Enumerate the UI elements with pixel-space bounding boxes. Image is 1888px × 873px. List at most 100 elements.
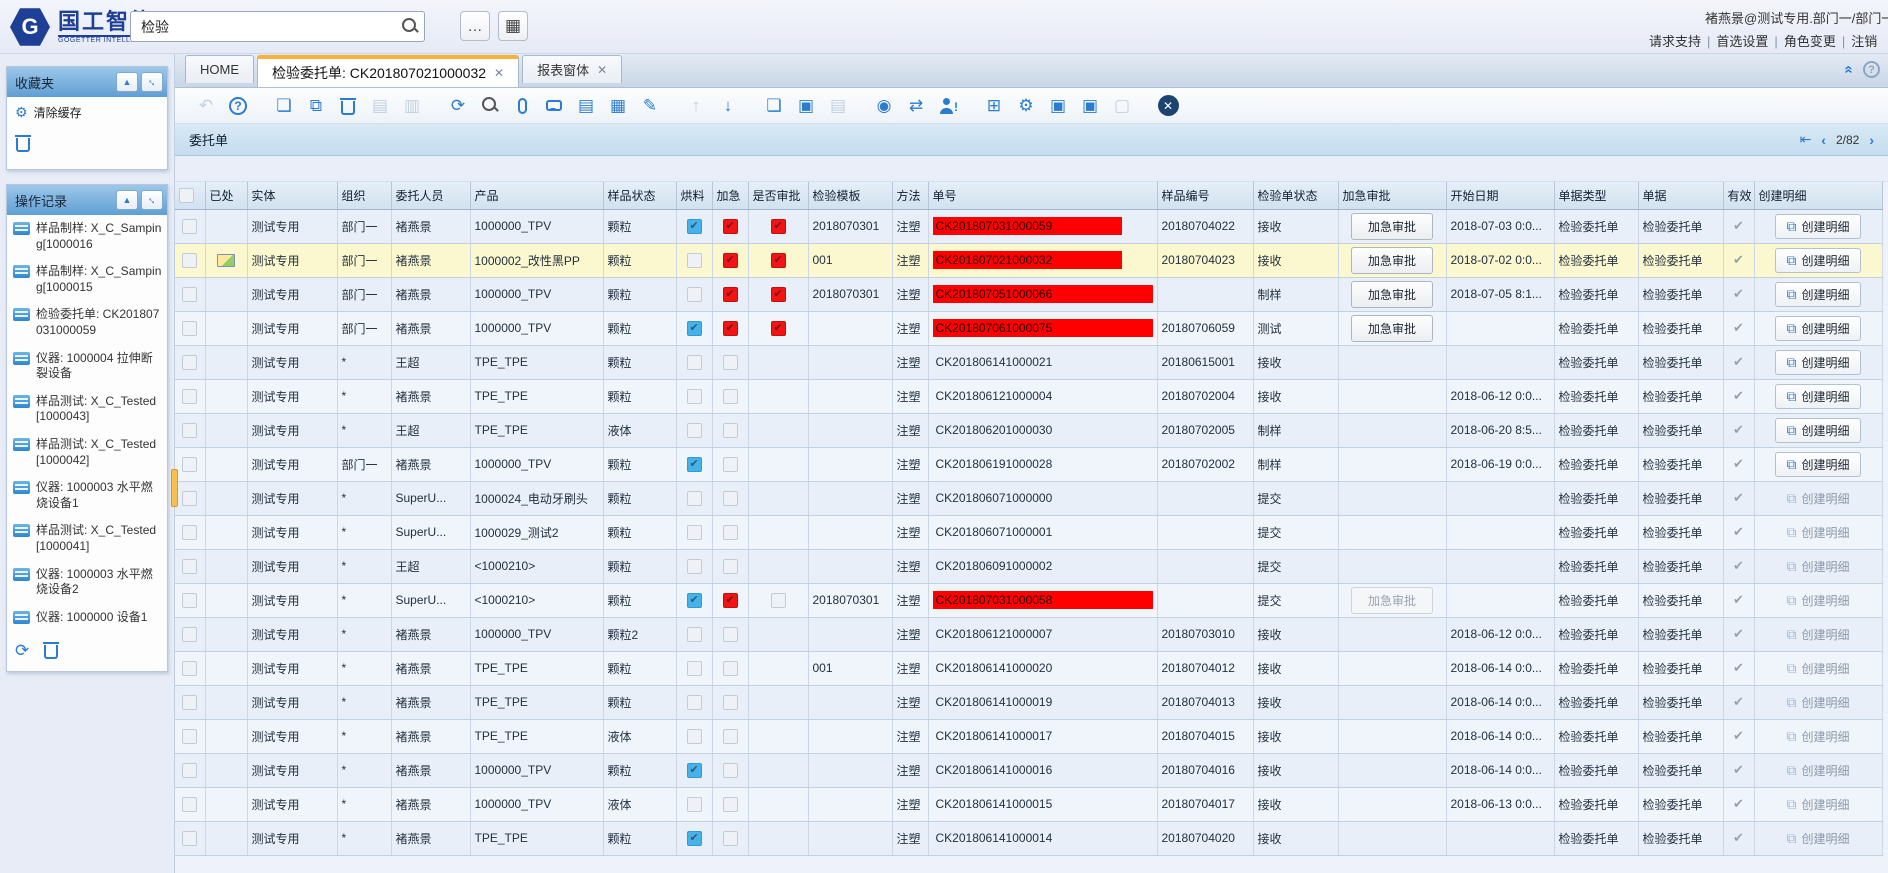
gear-icon[interactable]: ⚙ bbox=[1013, 94, 1039, 118]
baking-checkbox[interactable] bbox=[687, 219, 702, 234]
col-header-9[interactable]: 是否审批 bbox=[748, 182, 808, 209]
row-checkbox[interactable] bbox=[182, 287, 197, 302]
favorites-item-clear-cache[interactable]: ⚙ 清除缓存 bbox=[7, 97, 167, 128]
create-detail-button[interactable]: ⧉创建明细 bbox=[1775, 248, 1860, 273]
help-icon[interactable]: ? bbox=[225, 94, 251, 118]
col-header-7[interactable]: 烘料 bbox=[676, 182, 712, 209]
table-row[interactable]: 测试专用*褚燕景1000000_TPV颗粒2注塑CK20180612100000… bbox=[175, 617, 1882, 651]
row-checkbox[interactable] bbox=[182, 831, 197, 846]
table-row[interactable]: 测试专用*褚燕景TPE_TPE液体注塑CK2018061410000172018… bbox=[175, 719, 1882, 753]
row-checkbox[interactable] bbox=[182, 627, 197, 642]
history-item[interactable]: 仪器: 1000000 设备1 bbox=[7, 604, 167, 632]
table-row[interactable]: 测试专用*SuperU...<1000210>颗粒2018070301注塑CK2… bbox=[175, 583, 1882, 617]
urgent-checkbox[interactable] bbox=[723, 797, 738, 812]
col-header-13[interactable]: 样品编号 bbox=[1157, 182, 1253, 209]
col-header-0[interactable] bbox=[175, 182, 205, 209]
doc-check-icon[interactable]: ▣ bbox=[1045, 94, 1071, 118]
row-checkbox[interactable] bbox=[182, 661, 197, 676]
table-row[interactable]: 测试专用*SuperU...1000029_测试2颗粒注塑CK201806071… bbox=[175, 515, 1882, 549]
refresh-icon[interactable]: ⟳ bbox=[15, 642, 29, 659]
history-item[interactable]: 仪器: 1000003 水平燃烧设备1 bbox=[7, 474, 167, 517]
approve-checkbox[interactable] bbox=[771, 593, 786, 608]
create-detail-button[interactable]: ⧉创建明细 bbox=[1775, 418, 1860, 443]
tab-report-window[interactable]: 报表窗体✕ bbox=[522, 55, 622, 83]
table-row[interactable]: 测试专用*褚燕景TPE_TPE颗粒001注塑CK2018061410000202… bbox=[175, 651, 1882, 685]
row-checkbox[interactable] bbox=[182, 423, 197, 438]
table-row[interactable]: 测试专用部门一褚燕景1000000_TPV颗粒注塑CK2018070610000… bbox=[175, 311, 1882, 345]
history-item[interactable]: 样品测试: X_C_Tested[1000042] bbox=[7, 431, 167, 474]
col-header-19[interactable]: 有效 bbox=[1723, 182, 1754, 209]
table-row[interactable]: 测试专用*王超TPE_TPE颗粒注塑CK20180614100002120180… bbox=[175, 345, 1882, 379]
first-page-icon[interactable]: ⇤ bbox=[1800, 131, 1812, 148]
baking-checkbox[interactable] bbox=[687, 593, 702, 608]
row-checkbox[interactable] bbox=[182, 355, 197, 370]
baking-checkbox[interactable] bbox=[687, 763, 702, 778]
trash-icon[interactable] bbox=[15, 134, 31, 152]
history-item[interactable]: 样品测试: X_C_Tested[1000043] bbox=[7, 388, 167, 431]
delete-icon[interactable] bbox=[335, 94, 361, 118]
search-icon[interactable] bbox=[402, 18, 419, 35]
col-header-18[interactable]: 单据 bbox=[1638, 182, 1723, 209]
history-item[interactable]: 仪器: 1000004 拉伸断裂设备 bbox=[7, 345, 167, 388]
col-header-5[interactable]: 产品 bbox=[470, 182, 603, 209]
baking-checkbox[interactable] bbox=[687, 287, 702, 302]
sign-icon[interactable]: ✎ bbox=[637, 94, 663, 118]
urgent-approve-button[interactable]: 加急审批 bbox=[1351, 281, 1433, 308]
table-row[interactable]: 测试专用部门一褚燕景1000000_TPV颗粒2018070301注塑CK201… bbox=[175, 277, 1882, 311]
table-row[interactable]: 测试专用部门一褚燕景1000002_改性黑PP颗粒001注塑CK20180702… bbox=[175, 243, 1882, 277]
history-item[interactable]: 样品测试: X_C_Tested[1000041] bbox=[7, 517, 167, 560]
urgent-checkbox[interactable] bbox=[723, 831, 738, 846]
form-icon[interactable]: ▤ bbox=[573, 94, 599, 118]
col-header-11[interactable]: 方法 bbox=[892, 182, 928, 209]
tab-inspection-order[interactable]: 检验委托单: CK201807021000032✕ bbox=[257, 55, 519, 87]
history-item[interactable]: 样品制样: X_C_Samping[1000016 bbox=[7, 215, 167, 258]
table-row[interactable]: 测试专用*褚燕景TPE_TPE颗粒注塑CK2018061410000142018… bbox=[175, 821, 1882, 855]
baking-checkbox[interactable] bbox=[687, 729, 702, 744]
comment-icon[interactable] bbox=[541, 94, 567, 118]
qr-code-button[interactable]: ▦ bbox=[498, 11, 528, 41]
download-icon[interactable]: ↓ bbox=[715, 94, 741, 118]
prev-page-icon[interactable]: ‹ bbox=[1821, 132, 1826, 148]
pdf-icon[interactable]: ❏ bbox=[761, 94, 787, 118]
audit-icon[interactable]: ◉ bbox=[871, 94, 897, 118]
trash-icon[interactable] bbox=[43, 641, 59, 659]
col-header-17[interactable]: 单据类型 bbox=[1554, 182, 1638, 209]
row-checkbox[interactable] bbox=[182, 321, 197, 336]
row-checkbox[interactable] bbox=[182, 593, 197, 608]
urgent-checkbox[interactable] bbox=[723, 593, 738, 608]
baking-checkbox[interactable] bbox=[687, 525, 702, 540]
table-row[interactable]: 测试专用*王超<1000210>颗粒注塑CK201806091000002提交检… bbox=[175, 549, 1882, 583]
create-detail-button[interactable]: ⧉创建明细 bbox=[1775, 316, 1860, 341]
col-header-15[interactable]: 加急审批 bbox=[1338, 182, 1446, 209]
tab-home[interactable]: HOME bbox=[185, 55, 254, 83]
col-header-12[interactable]: 单号 bbox=[928, 182, 1157, 209]
baking-checkbox[interactable] bbox=[687, 797, 702, 812]
row-checkbox[interactable] bbox=[182, 253, 197, 268]
tab-close-icon[interactable]: ✕ bbox=[494, 66, 504, 80]
new-document-icon[interactable]: ❏ bbox=[271, 94, 297, 118]
create-detail-button[interactable]: ⧉创建明细 bbox=[1775, 384, 1860, 409]
archive-icon[interactable]: ▣ bbox=[793, 94, 819, 118]
approve-checkbox[interactable] bbox=[771, 219, 786, 234]
link-logout[interactable]: 注销 bbox=[1845, 34, 1883, 49]
urgent-approve-button[interactable]: 加急审批 bbox=[1351, 315, 1433, 342]
history-collapse-button[interactable]: ▲ bbox=[116, 190, 138, 210]
doc-export-icon[interactable]: ▣ bbox=[1077, 94, 1103, 118]
history-expand-button[interactable]: ↔ bbox=[141, 190, 163, 210]
urgent-checkbox[interactable] bbox=[723, 729, 738, 744]
baking-checkbox[interactable] bbox=[687, 831, 702, 846]
sidebar-splitter-handle[interactable] bbox=[171, 469, 178, 507]
search-input[interactable] bbox=[130, 11, 425, 42]
table-row[interactable]: 测试专用*SuperU...1000024_电动牙刷头颗粒注塑CK2018060… bbox=[175, 481, 1882, 515]
urgent-checkbox[interactable] bbox=[723, 695, 738, 710]
baking-checkbox[interactable] bbox=[687, 627, 702, 642]
row-checkbox[interactable] bbox=[182, 457, 197, 472]
help-icon[interactable]: ? bbox=[1863, 61, 1880, 78]
row-checkbox[interactable] bbox=[182, 491, 197, 506]
urgent-checkbox[interactable] bbox=[723, 457, 738, 472]
link-role-change[interactable]: 角色变更 bbox=[1778, 34, 1842, 49]
urgent-checkbox[interactable] bbox=[723, 321, 738, 336]
create-detail-button[interactable]: ⧉创建明细 bbox=[1775, 350, 1860, 375]
table-row[interactable]: 测试专用部门一褚燕景1000000_TPV颗粒注塑CK2018061910000… bbox=[175, 447, 1882, 481]
urgent-checkbox[interactable] bbox=[723, 491, 738, 506]
